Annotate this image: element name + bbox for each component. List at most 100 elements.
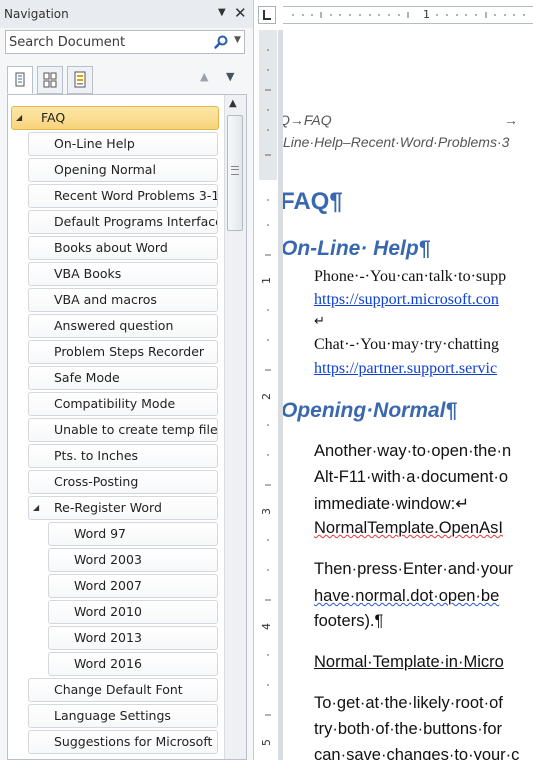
paragraph-line: Then·press·Enter·and·your [314,560,513,578]
ruler-number-1: 1 [260,277,273,284]
heading-item-label: Word 2007 [74,578,142,593]
paragraph-line: To·get·at·the·likely·root·of [314,694,503,712]
pane-options-dropdown-icon[interactable]: ▼ [218,7,226,18]
heading-item[interactable]: Default Programs Interface [28,210,218,234]
navigation-pane: Navigation ▼ ✕ ▼ [0,0,254,760]
scrollbar-thumb[interactable] [227,115,243,231]
heading-item-label: Suggestions for Microsoft [54,734,213,749]
heading-item-label: Answered question [54,318,174,333]
heading-item-label: Safe Mode [54,370,120,385]
heading-item-label: Re-Register Word [54,500,162,515]
heading-item-label: On-Line Help [54,136,135,151]
heading-item[interactable]: On-Line Help [28,132,218,156]
heading-item[interactable]: VBA Books [28,262,218,286]
scroll-up-icon[interactable]: ▲ [229,98,237,109]
heading-item-label: Language Settings [54,708,171,723]
heading-item[interactable]: Word 2016 [48,652,218,676]
paragraph-line: NormalTemplate.OpenAsI [314,519,503,537]
heading-item[interactable]: Cross-Posting [28,470,218,494]
heading-item[interactable]: Word 2003 [48,548,218,572]
headings-icon [15,72,25,87]
page-edge [278,30,283,760]
heading-item-label: Default Programs Interface [54,214,218,229]
partner-support-link[interactable]: https://partner.support.servic [314,360,497,378]
left-tab-icon [263,10,271,20]
paragraph-line: Alt-F11·with·a·document·o [314,468,509,486]
heading-item-label: Cross-Posting [54,474,139,489]
heading-item[interactable]: ◢ FAQ [11,106,219,130]
grip-icon [231,166,239,175]
heading-item-label: Word 2016 [74,656,142,671]
close-pane-button[interactable]: ✕ [234,3,247,23]
vertical-ruler[interactable]: 1 2 3 4 5 [259,30,277,760]
heading-item[interactable]: Suggestions for Microsoft [28,730,218,754]
browse-pages-tab[interactable] [37,66,63,94]
heading-item[interactable]: Compatibility Mode [28,392,218,416]
collapse-arrow-icon[interactable]: ◢ [33,497,39,519]
search-icon[interactable] [213,34,229,50]
heading-item[interactable]: Change Default Font [28,678,218,702]
paragraph-line: have·normal.dot·open·be [314,587,500,605]
phone-text: Phone·-·You·can·talk·to·supp [314,268,507,285]
heading-item-label: Word 2003 [74,552,142,567]
heading-item[interactable]: VBA and macros [28,288,218,312]
next-heading-icon[interactable]: ▼ [226,70,234,83]
tree-scrollbar[interactable]: ▲ [224,95,246,759]
line-break-mark: ↵ [314,313,325,328]
normal-template-link[interactable]: Normal·Template·in·Micro [314,653,504,672]
heading-online-help: On-Line· Help¶ [281,237,431,260]
heading-item[interactable]: Opening Normal [28,158,218,182]
heading-item[interactable]: Word 2010 [48,600,218,624]
ruler-number-3: 3 [260,508,273,515]
search-options-dropdown-icon[interactable]: ▼ [234,35,241,45]
navigation-title: Navigation [4,7,69,21]
heading-item[interactable]: Unable to create temp files [28,418,218,442]
heading-item[interactable]: Pts. to Inches [28,444,218,468]
heading-item[interactable]: Safe Mode [28,366,218,390]
browse-headings-tab[interactable] [7,66,33,94]
heading-item-label: VBA Books [54,266,122,281]
heading-item-label: Change Default Font [54,682,183,697]
heading-item[interactable]: Problem Steps Recorder [28,340,218,364]
document-page[interactable]: Q→FAQ → Line·Help–Recent·Word·Problems·3… [278,30,533,760]
ruler-number-2: 2 [260,393,273,400]
heading-tree: ◢ FAQ On-Line Help Opening Normal Recent Wor… [7,94,247,760]
pages-icon [43,72,57,88]
navigation-titlebar: Navigation ▼ ✕ [0,0,253,28]
paragraph-line: footers).¶ [314,612,384,630]
heading-item[interactable]: Books about Word [28,236,218,260]
heading-item-label: Word 2010 [74,604,142,619]
heading-item-label: Pts. to Inches [54,448,139,463]
heading-item[interactable]: Recent Word Problems 3-18 [28,184,218,208]
heading-item[interactable]: Word 2007 [48,574,218,598]
heading-item-label: Opening Normal [54,162,156,177]
horizontal-ruler[interactable]: 1 [283,6,533,24]
heading-faq: FAQ¶ [280,188,343,215]
browse-results-tab[interactable] [67,66,93,94]
heading-opening-normal: Opening·Normal¶ [281,399,458,422]
tab-selector-button[interactable] [258,6,276,24]
heading-item-label: Problem Steps Recorder [54,344,205,359]
heading-item-label: Books about Word [54,240,168,255]
paragraph-line: can·save·changes·to·your·c [314,746,520,760]
search-box: ▼ [5,30,245,54]
search-document-input[interactable] [6,31,209,53]
heading-item[interactable]: Language Settings [28,704,218,728]
paragraph-line: Another·way·to·open·the·n [314,442,512,460]
heading-item-label: Recent Word Problems 3-18 [54,188,218,203]
ruler-number-5: 5 [260,739,273,746]
heading-item[interactable]: Answered question [28,314,218,338]
heading-item-label: Compatibility Mode [54,396,176,411]
heading-item-label: VBA and macros [54,292,157,307]
heading-item[interactable]: Word 97 [48,522,218,546]
heading-item[interactable]: ◢ Re-Register Word [28,496,218,520]
support-link[interactable]: https://support.microsoft.con [314,291,499,309]
ruler-ticks [292,12,525,18]
heading-item-label: Word 97 [74,526,127,541]
heading-item-label: FAQ [41,110,66,125]
chat-text: Chat·-·You·may·try·chatting [314,336,499,353]
previous-heading-icon[interactable]: ▲ [200,70,208,83]
collapse-arrow-icon[interactable]: ◢ [16,107,22,129]
heading-item-label: Word 2013 [74,630,142,645]
heading-item[interactable]: Word 2013 [48,626,218,650]
